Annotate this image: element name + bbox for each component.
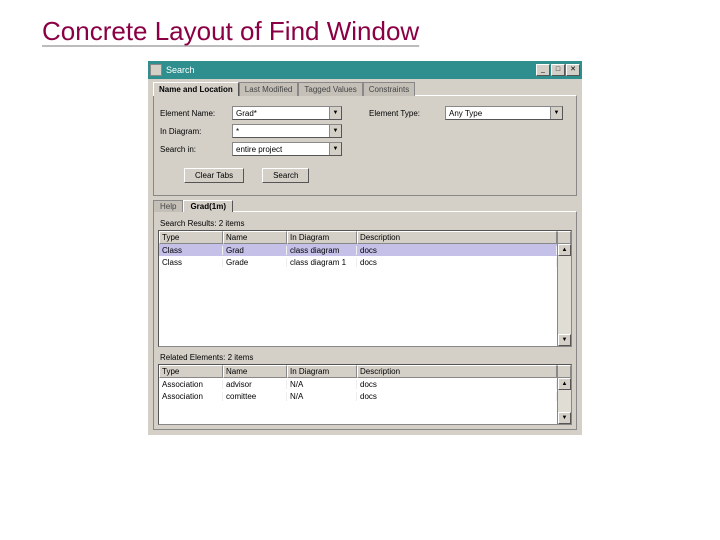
- tab-name-location[interactable]: Name and Location: [153, 82, 239, 96]
- col-in-diagram[interactable]: In Diagram: [287, 231, 357, 244]
- related-table: Type Name In Diagram Description Associa…: [158, 364, 572, 425]
- element-type-combo[interactable]: Any Type ▼: [445, 106, 563, 120]
- window-title: Search: [166, 65, 195, 75]
- col-name[interactable]: Name: [223, 365, 287, 378]
- element-type-value: Any Type: [446, 109, 550, 118]
- col-description[interactable]: Description: [357, 231, 557, 244]
- scroll-down-icon[interactable]: ▼: [558, 334, 571, 346]
- in-diagram-value: *: [233, 127, 329, 136]
- related-elements-label: Related Elements: 2 items: [160, 353, 572, 362]
- in-diagram-combo[interactable]: * ▼: [232, 124, 342, 138]
- table-row[interactable]: Class Grad class diagram docs: [159, 244, 557, 256]
- search-in-value: entire project: [233, 145, 329, 154]
- window-titlebar[interactable]: Search _ □ ✕: [148, 61, 582, 79]
- tab-constraints[interactable]: Constraints: [363, 82, 415, 96]
- cell-type: Association: [159, 380, 223, 389]
- slide-title: Concrete Layout of Find Window: [0, 0, 720, 51]
- in-diagram-label: In Diagram:: [160, 127, 228, 136]
- results-table: Type Name In Diagram Description Class G…: [158, 230, 572, 347]
- search-window: Search _ □ ✕ Name and Location Last Modi…: [148, 61, 582, 435]
- cell-diag: class diagram 1: [287, 258, 357, 267]
- cell-desc: docs: [357, 258, 557, 267]
- results-scrollbar[interactable]: ▲ ▼: [557, 244, 571, 346]
- search-results-label: Search Results: 2 items: [160, 219, 572, 228]
- related-scrollbar[interactable]: ▲ ▼: [557, 378, 571, 424]
- maximize-button[interactable]: □: [551, 64, 565, 76]
- scroll-up-icon[interactable]: ▲: [558, 244, 571, 256]
- chevron-down-icon[interactable]: ▼: [329, 107, 341, 119]
- element-name-combo[interactable]: Grad* ▼: [232, 106, 342, 120]
- scroll-header: [557, 231, 571, 244]
- cell-name: Grad: [223, 246, 287, 255]
- chevron-down-icon[interactable]: ▼: [550, 107, 562, 119]
- col-type[interactable]: Type: [159, 231, 223, 244]
- scroll-down-icon[interactable]: ▼: [558, 412, 571, 424]
- search-in-label: Search in:: [160, 145, 228, 154]
- cell-type: Association: [159, 392, 223, 401]
- col-type[interactable]: Type: [159, 365, 223, 378]
- table-row[interactable]: Class Grade class diagram 1 docs: [159, 256, 557, 268]
- criteria-panel: Element Name: Grad* ▼ In Diagram: * ▼: [153, 95, 577, 196]
- table-row[interactable]: Association comittee N/A docs: [159, 390, 557, 402]
- tab-last-modified[interactable]: Last Modified: [239, 82, 299, 96]
- element-name-label: Element Name:: [160, 109, 228, 118]
- cell-desc: docs: [357, 380, 557, 389]
- cell-diag: class diagram: [287, 246, 357, 255]
- cell-name: comittee: [223, 392, 287, 401]
- scroll-up-icon[interactable]: ▲: [558, 378, 571, 390]
- clear-tabs-button[interactable]: Clear Tabs: [184, 168, 244, 183]
- close-button[interactable]: ✕: [566, 64, 580, 76]
- minimize-button[interactable]: _: [536, 64, 550, 76]
- scroll-header: [557, 365, 571, 378]
- criteria-tabs: Name and Location Last Modified Tagged V…: [153, 82, 577, 96]
- cell-name: advisor: [223, 380, 287, 389]
- tab-help[interactable]: Help: [153, 200, 183, 212]
- cell-desc: docs: [357, 246, 557, 255]
- chevron-down-icon[interactable]: ▼: [329, 143, 341, 155]
- cell-type: Class: [159, 246, 223, 255]
- table-row[interactable]: Association advisor N/A docs: [159, 378, 557, 390]
- search-button[interactable]: Search: [262, 168, 309, 183]
- cell-type: Class: [159, 258, 223, 267]
- cell-diag: N/A: [287, 380, 357, 389]
- tab-grad[interactable]: Grad(1m): [183, 200, 233, 212]
- cell-desc: docs: [357, 392, 557, 401]
- app-icon: [150, 64, 162, 76]
- search-in-combo[interactable]: entire project ▼: [232, 142, 342, 156]
- cell-diag: N/A: [287, 392, 357, 401]
- cell-name: Grade: [223, 258, 287, 267]
- tab-tagged-values[interactable]: Tagged Values: [298, 82, 362, 96]
- element-name-value: Grad*: [233, 109, 329, 118]
- col-name[interactable]: Name: [223, 231, 287, 244]
- col-description[interactable]: Description: [357, 365, 557, 378]
- element-type-label: Element Type:: [369, 109, 441, 118]
- chevron-down-icon[interactable]: ▼: [329, 125, 341, 137]
- col-in-diagram[interactable]: In Diagram: [287, 365, 357, 378]
